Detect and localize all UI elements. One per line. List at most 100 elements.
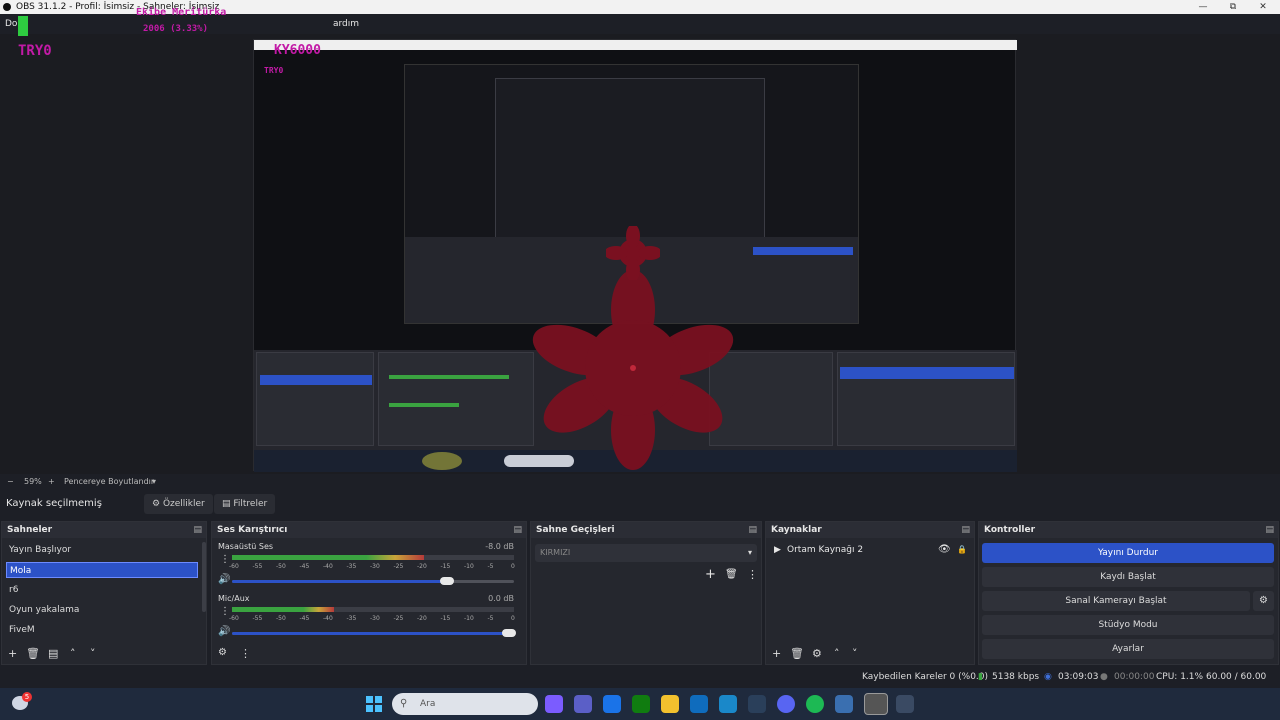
remove-transition-icon[interactable]: 🗑: [725, 569, 738, 580]
dock-popout-icon[interactable]: ▤: [513, 522, 522, 538]
file-explorer-icon[interactable]: [661, 695, 679, 713]
teams-icon[interactable]: [574, 695, 592, 713]
overlay-tag: TRY0: [18, 43, 52, 59]
obs-logo-icon: [3, 3, 11, 11]
volume-speaker-icon[interactable]: 🔊: [218, 574, 230, 585]
volume-speaker-icon[interactable]: 🔊: [218, 626, 230, 637]
source-down-icon[interactable]: ˅: [852, 647, 858, 660]
transition-selected: KIRMIZI: [540, 548, 571, 557]
scene-item[interactable]: Yayın Başlıyor: [6, 542, 198, 558]
meter-scale-tick: -5: [487, 615, 494, 622]
lock-icon[interactable]: 🔒: [957, 542, 967, 558]
record-icon: ●: [1100, 672, 1108, 682]
volume-slider-handle[interactable]: [502, 629, 516, 637]
cpu-usage: CPU: 1.1%: [1156, 672, 1204, 682]
add-scene-icon[interactable]: +: [8, 647, 17, 660]
scene-item[interactable]: FiveM: [6, 622, 198, 638]
virtual-camera-settings-icon[interactable]: ⚙: [1253, 591, 1274, 611]
scenes-dock: Sahneler ▤ Yayın Başlıyor Mola r6 Oyun yakal…: [1, 521, 207, 665]
outlook-icon[interactable]: [690, 695, 708, 713]
captured-meter-1: [389, 375, 509, 379]
settings-button[interactable]: Ayarlar: [982, 639, 1274, 659]
studio-mode-button[interactable]: Stüdyo Modu: [982, 615, 1274, 635]
meter-scale-tick: -5: [487, 563, 494, 570]
meter-scale-tick: -60: [229, 563, 239, 570]
maximize-icon[interactable]: ⧉: [1218, 0, 1248, 14]
taskbar-search[interactable]: ⚲ Ara: [392, 693, 538, 715]
start-virtual-camera-button[interactable]: Sanal Kamerayı Başlat: [982, 591, 1250, 611]
meter-scale-tick: -55: [252, 563, 263, 570]
edge-icon[interactable]: [719, 695, 737, 713]
add-transition-icon[interactable]: +: [705, 567, 716, 582]
transition-menu-icon[interactable]: ⋮: [747, 568, 758, 581]
meter-scale-tick: -35: [346, 615, 357, 622]
scenes-title: Sahneler: [7, 525, 53, 535]
start-recording-button[interactable]: Kaydı Başlat: [982, 567, 1274, 587]
sources-dock: Kaynaklar ▤ ▶ Ortam Kaynağı 2 👁 🔒 + 🗑 ⚙ ˄…: [765, 521, 975, 665]
remove-source-icon[interactable]: 🗑: [790, 647, 804, 660]
menu-file[interactable]: Do: [5, 14, 17, 34]
filters-button[interactable]: ▤ Filtreler: [214, 494, 276, 514]
record-time: 00:00:00: [1114, 672, 1155, 682]
captured-stop-stream: [840, 367, 1014, 379]
captured-scenes-dock: [256, 352, 374, 446]
zoom-mode-dropdown-icon[interactable]: ▾: [152, 474, 156, 490]
move-up-icon[interactable]: ˄: [70, 647, 76, 660]
audio-meter: [232, 555, 514, 560]
obs-taskbar-icon[interactable]: [864, 693, 888, 715]
zoom-out-icon[interactable]: −: [7, 474, 14, 490]
source-up-icon[interactable]: ˄: [834, 647, 840, 660]
settings-taskbar-icon[interactable]: [896, 695, 914, 713]
source-item[interactable]: ▶ Ortam Kaynağı 2 👁 🔒: [770, 542, 970, 558]
volume-slider[interactable]: [232, 577, 514, 585]
discord-icon[interactable]: [777, 695, 795, 713]
properties-button[interactable]: ⚙ Özellikler: [144, 494, 213, 514]
dock-popout-icon[interactable]: ▤: [193, 522, 202, 538]
bitrate: 5138 kbps: [992, 672, 1040, 682]
windows-start-icon[interactable]: [366, 696, 382, 712]
scene-scrollbar[interactable]: [202, 542, 206, 612]
captured-nested-preview: [495, 78, 765, 238]
captured-mixer-dock: [378, 352, 534, 446]
scene-item[interactable]: r6: [6, 582, 198, 598]
captured-glow: [422, 452, 462, 470]
mixer-menu-icon[interactable]: ⋮: [240, 647, 251, 660]
spotify-icon[interactable]: [806, 695, 824, 713]
remove-scene-icon[interactable]: 🗑: [26, 647, 40, 660]
steam-icon[interactable]: [748, 695, 766, 713]
add-source-icon[interactable]: +: [772, 647, 781, 660]
stop-streaming-button[interactable]: Yayını Durdur: [982, 543, 1274, 563]
dock-popout-icon[interactable]: ▤: [1265, 522, 1274, 538]
volume-slider[interactable]: [232, 629, 516, 637]
dock-popout-icon[interactable]: ▤: [748, 522, 757, 538]
minimize-icon[interactable]: —: [1188, 0, 1218, 14]
xbox-icon[interactable]: [632, 695, 650, 713]
scene-item[interactable]: Mola: [6, 562, 198, 578]
meter-scale: -60 -55 -50 -45 -40 -35 -30 -25 -20 -15 -10 -5 0: [229, 615, 515, 623]
stream-time: 03:09:03: [1058, 672, 1099, 682]
source-properties-icon[interactable]: ⚙: [812, 647, 822, 660]
scene-filters-icon[interactable]: ▤: [48, 647, 58, 660]
zoom-in-icon[interactable]: +: [48, 474, 55, 490]
captured-selected-scene: [260, 375, 372, 385]
mixer-dock: Ses Karıştırıcı ▤ Masaüstü Ses -8.0 dB ⋮ -60…: [211, 521, 527, 665]
volume-slider-handle[interactable]: [439, 577, 454, 585]
visibility-eye-icon[interactable]: 👁: [938, 542, 951, 558]
controls-dock-header: Kontroller ▤: [979, 522, 1278, 538]
source-selection-label: Kaynak seçilmemiş: [6, 498, 102, 509]
vscode-icon[interactable]: [835, 695, 853, 713]
meter-scale-tick: -15: [440, 563, 451, 570]
close-icon[interactable]: ✕: [1248, 0, 1278, 14]
flower-small-icon: [606, 226, 660, 280]
overlay-progress-bar: [18, 16, 28, 36]
copilot-icon[interactable]: [545, 695, 563, 713]
transition-select[interactable]: KIRMIZI ▾: [535, 544, 757, 562]
store-icon[interactable]: [603, 695, 621, 713]
advanced-audio-icon[interactable]: ⚙: [218, 647, 227, 658]
scene-item[interactable]: Oyun yakalama: [6, 602, 198, 618]
mixer-dock-header: Ses Karıştırıcı ▤: [212, 522, 526, 538]
menu-help[interactable]: ardım: [333, 14, 359, 34]
dock-popout-icon[interactable]: ▤: [961, 522, 970, 538]
move-down-icon[interactable]: ˅: [90, 647, 96, 660]
zoom-mode[interactable]: Pencereye Boyutlandır: [64, 474, 154, 490]
